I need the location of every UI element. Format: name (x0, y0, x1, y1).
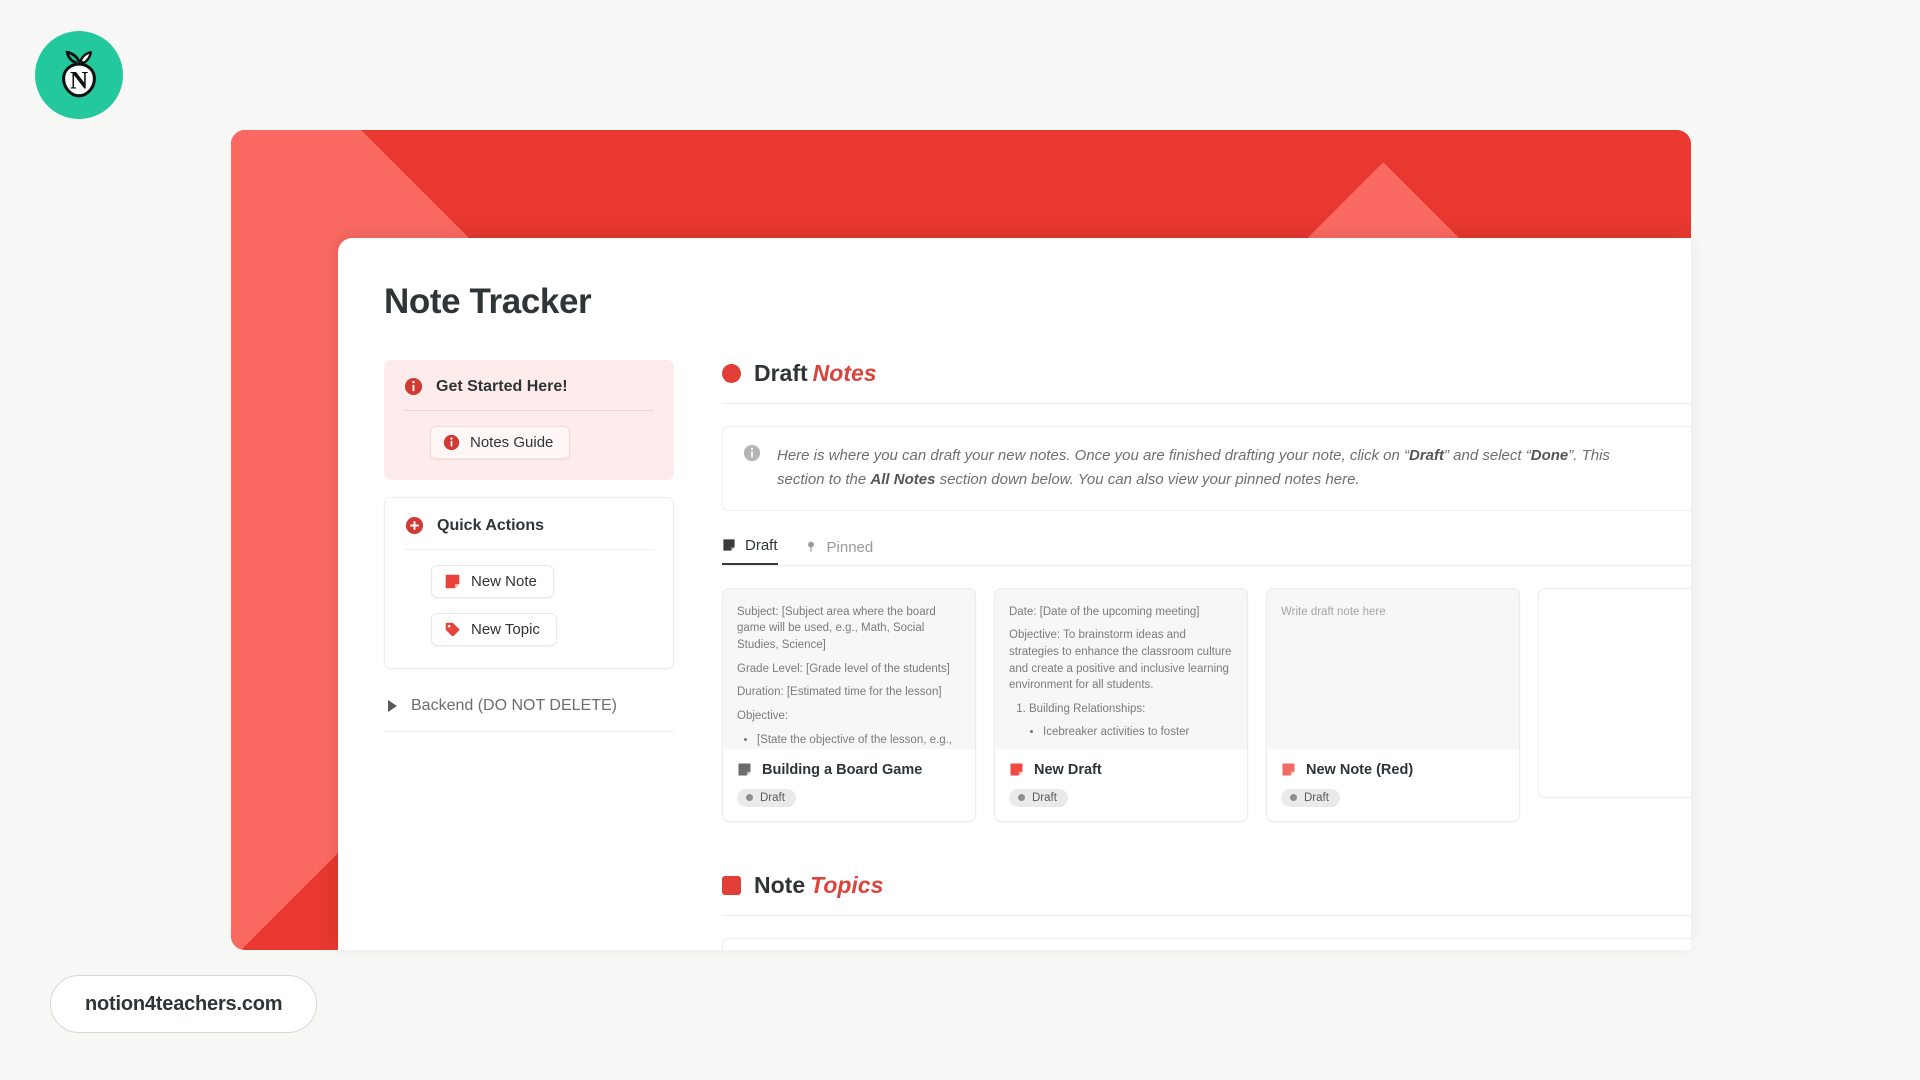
preview-line: Grade Level: [Grade level of the student… (737, 662, 950, 675)
quick-actions-title: Quick Actions (437, 516, 544, 534)
note-topics-header: Note Topics (722, 872, 1691, 916)
get-started-title: Get Started Here! (436, 377, 568, 395)
status-dot-icon (1018, 794, 1025, 802)
preview-heading: Objective: (737, 709, 789, 722)
status-dot-icon (746, 794, 753, 802)
status-label: Draft (1032, 791, 1057, 804)
tab-draft-label: Draft (745, 536, 778, 554)
preview-bullet: Icebreaker activities to foster (1043, 724, 1233, 741)
main-content: Draft Notes Here is where you can draft y… (722, 360, 1691, 950)
info-circle-icon (404, 377, 423, 396)
site-badge: notion4teachers.com (50, 975, 318, 1033)
tab-pinned[interactable]: Pinned (804, 538, 874, 565)
note-icon (722, 538, 736, 552)
red-square-icon (722, 875, 741, 895)
preview-line: Objective: To brainstorm ideas and strat… (1009, 629, 1232, 692)
get-started-callout: Get Started Here! Notes Guide (384, 360, 674, 480)
svg-text:N: N (70, 67, 88, 95)
preview-numbered: Building Relationships: (1029, 701, 1233, 718)
plus-circle-icon (405, 516, 424, 535)
status-badge: Draft (1281, 788, 1340, 807)
app-window: Note Tracker Get Started Here! Notes Gui… (338, 238, 1691, 950)
status-badge: Draft (1009, 788, 1068, 807)
backend-label: Backend (DO NOT DELETE) (411, 697, 617, 714)
new-topic-button[interactable]: New Topic (431, 613, 557, 646)
draft-info-text: Here is where you can draft your new not… (777, 447, 1610, 489)
status-label: Draft (1304, 791, 1329, 804)
tag-icon (444, 621, 461, 638)
new-note-button[interactable]: New Note (431, 565, 554, 598)
quick-actions-panel: Quick Actions New Note New Topic (384, 497, 674, 669)
note-title: New Draft (1034, 761, 1102, 778)
tab-draft[interactable]: Draft (722, 537, 778, 565)
draft-notes-header: Draft Notes (722, 360, 1691, 404)
topic-row-partial[interactable] (722, 937, 1691, 950)
note-preview: Subject: [Subject area where the board g… (723, 588, 975, 749)
note-title: Building a Board Game (762, 761, 923, 778)
note-meta: New Note (Red) Draft (1267, 749, 1519, 821)
new-topic-label: New Topic (471, 621, 540, 638)
preview-line: Date: [Date of the upcoming meeting] (1009, 605, 1200, 618)
status-label: Draft (760, 791, 785, 804)
preview-bullet: [State the objective of the lesson, e.g.… (757, 732, 961, 749)
note-card[interactable]: Subject: [Subject area where the board g… (722, 587, 976, 822)
note-preview: Write draft note here (1267, 588, 1519, 749)
sticky-note-icon (444, 573, 461, 590)
page-title: Note Tracker (384, 282, 592, 321)
status-badge: Draft (737, 788, 796, 807)
note-meta: New Draft Draft (995, 749, 1247, 821)
note-card-partial[interactable] (1538, 587, 1691, 798)
preview-line: Duration: [Estimated time for the lesson… (737, 686, 942, 699)
sidebar-item-backend[interactable]: Backend (DO NOT DELETE) (384, 691, 674, 732)
note-title: New Note (Red) (1306, 761, 1414, 778)
preview-line: Subject: [Subject area where the board g… (737, 605, 936, 651)
tab-pinned-label: Pinned (826, 538, 874, 556)
notes-guide-button[interactable]: Notes Guide (430, 426, 571, 459)
red-circle-icon (722, 364, 741, 383)
site-badge-label: notion4teachers.com (85, 992, 283, 1015)
red-note-icon (1281, 762, 1296, 777)
status-dot-icon (1290, 794, 1297, 802)
apple-n-logo-icon: N (35, 31, 123, 119)
draft-tabs: Draft Pinned (722, 537, 1691, 566)
notes-guide-label: Notes Guide (470, 434, 554, 451)
screenshot-stage: N Note Tracker Get Started Here! Notes G… (0, 0, 1920, 1080)
gray-note-icon (737, 762, 752, 777)
draft-cards-row: Subject: [Subject area where the board g… (722, 587, 1691, 822)
note-card[interactable]: Write draft note here New Note (Red) Dra… (1266, 587, 1520, 822)
red-note-icon (1009, 762, 1024, 777)
pin-icon (804, 540, 818, 554)
preview-placeholder: Write draft note here (1281, 605, 1386, 618)
note-topics-title: Note Topics (754, 871, 884, 898)
draft-notes-title: Draft Notes (754, 360, 877, 386)
sidebar: Get Started Here! Notes Guide Quick Acti… (384, 360, 674, 732)
new-note-label: New Note (471, 573, 537, 590)
info-circle-icon (443, 434, 460, 451)
note-meta: Building a Board Game Draft (723, 749, 975, 821)
triangle-right-icon[interactable] (388, 700, 397, 712)
draft-info-callout: Here is where you can draft your new not… (722, 426, 1691, 511)
note-preview: Date: [Date of the upcoming meeting] Obj… (995, 588, 1247, 749)
info-circle-gray-icon (743, 444, 761, 462)
note-card[interactable]: Date: [Date of the upcoming meeting] Obj… (994, 587, 1248, 822)
